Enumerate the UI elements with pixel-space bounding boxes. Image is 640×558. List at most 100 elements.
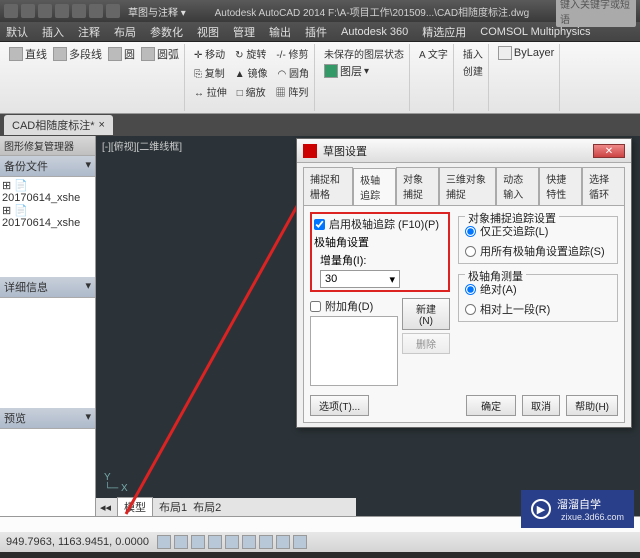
lwt-toggle[interactable] — [276, 535, 290, 549]
cancel-button[interactable]: 取消 — [522, 395, 560, 416]
grid-toggle[interactable] — [174, 535, 188, 549]
coords: 949.7963, 1163.9451, 0.0000 — [6, 536, 149, 548]
bylayer-dropdown[interactable]: ByLayer — [496, 45, 556, 61]
tab-featured[interactable]: 精选应用 — [422, 24, 466, 40]
stretch-button[interactable]: ↔ 拉伸 — [192, 83, 229, 100]
polar-group-label: 极轴角设置 — [314, 234, 446, 250]
tab-parametric[interactable]: 参数化 — [150, 24, 183, 40]
chevron-down-icon[interactable]: ▾ — [85, 279, 91, 295]
watermark: ▶ 溜溜自学 zixue.3d66.com — [521, 490, 634, 528]
tab-view[interactable]: 视图 — [197, 24, 219, 40]
relative-radio[interactable]: 相对上一段(R) — [465, 301, 611, 317]
polar-toggle[interactable] — [208, 535, 222, 549]
tab-a360[interactable]: Autodesk 360 — [341, 26, 408, 38]
window-title: Autodesk AutoCAD 2014 F:\A-项目工作\201509..… — [188, 4, 556, 19]
insert-button[interactable]: 插入 — [461, 45, 485, 62]
additional-list[interactable] — [310, 316, 398, 386]
file-item[interactable]: ⊞ 📄 20170614_xshe — [2, 204, 93, 229]
tab-annotate[interactable]: 注释 — [78, 24, 100, 40]
layer-dropdown[interactable]: 图层 ▾ — [322, 62, 406, 80]
chevron-down-icon[interactable]: ▾ — [85, 158, 91, 174]
play-icon: ▶ — [531, 499, 551, 519]
dialog-titlebar[interactable]: 草图设置 ✕ — [297, 139, 631, 163]
tab-layout1[interactable]: 布局1 — [159, 499, 187, 515]
tab-snap[interactable]: 捕捉和栅格 — [303, 167, 353, 205]
tab-output[interactable]: 输出 — [269, 24, 291, 40]
text-button[interactable]: A 文字 — [417, 45, 450, 62]
doc-tab[interactable]: CAD相随度标注*× — [4, 115, 113, 135]
arc-button[interactable]: 圆弧 — [139, 45, 181, 63]
tab-cycle[interactable]: 选择循环 — [582, 167, 625, 205]
tab-plugins[interactable]: 插件 — [305, 24, 327, 40]
highlight-box: 启用极轴追踪 (F10)(P) 极轴角设置 增量角(I): 30▾ — [310, 212, 450, 292]
ribbon-tab-label[interactable]: 草图与注释 ▾ — [126, 3, 188, 20]
panel-layers: 未保存的图层状态 图层 ▾ — [319, 44, 410, 111]
tab-osnap[interactable]: 对象捕捉 — [396, 167, 439, 205]
quick-access-toolbar[interactable] — [4, 4, 120, 18]
preview-body — [0, 429, 95, 516]
redo-icon[interactable] — [89, 4, 103, 18]
scale-button[interactable]: □ 缩放 — [235, 83, 268, 100]
ortho-toggle[interactable] — [191, 535, 205, 549]
preview-head[interactable]: 预览▾ — [0, 408, 95, 429]
plot-icon[interactable] — [106, 4, 120, 18]
ucs-icon: Y└─ X — [104, 472, 128, 494]
tab-polar[interactable]: 极轴追踪 — [353, 168, 396, 206]
help-search[interactable]: 键入关键字或短语 — [556, 0, 636, 27]
ribbon: 直线 多段线 圆 圆弧 ✛ 移动 ↻ 旋转 -/- 修剪 ⎘ 复制 ▲ 镜像 ◠… — [0, 42, 640, 114]
nav-icon[interactable]: ◂◂ — [100, 501, 111, 514]
options-button[interactable]: 选项(T)... — [310, 395, 369, 416]
polyline-button[interactable]: 多段线 — [51, 45, 104, 63]
document-tabs: CAD相随度标注*× — [0, 114, 640, 136]
rotate-button[interactable]: ↻ 旋转 — [233, 45, 268, 62]
mirror-button[interactable]: ▲ 镜像 — [233, 64, 270, 81]
allpolar-radio[interactable]: 用所有极轴角设置追踪(S) — [465, 243, 611, 259]
tab-3dosnap[interactable]: 三维对象捕捉 — [439, 167, 496, 205]
ribbon-tabs: 默认 插入 注释 布局 参数化 视图 管理 输出 插件 Autodesk 360… — [0, 22, 640, 42]
array-button[interactable]: ▦ 阵列 — [274, 83, 311, 100]
dyn-toggle[interactable] — [259, 535, 273, 549]
otrack-toggle[interactable] — [242, 535, 256, 549]
backup-head[interactable]: 备份文件▾ — [0, 156, 95, 177]
osnap-toggle[interactable] — [225, 535, 239, 549]
circle-button[interactable]: 圆 — [106, 45, 137, 63]
tab-comsol[interactable]: COMSOL Multiphysics — [480, 26, 590, 38]
tab-quick[interactable]: 快捷特性 — [539, 167, 582, 205]
close-icon[interactable]: × — [99, 119, 105, 131]
qp-toggle[interactable] — [293, 535, 307, 549]
tab-dyn[interactable]: 动态输入 — [496, 167, 539, 205]
chevron-down-icon[interactable]: ▾ — [85, 410, 91, 426]
tab-layout[interactable]: 布局 — [114, 24, 136, 40]
unsaved-layer[interactable]: 未保存的图层状态 — [322, 45, 406, 62]
tab-model[interactable]: 模型 — [117, 497, 153, 517]
tab-manage[interactable]: 管理 — [233, 24, 255, 40]
save-icon[interactable] — [55, 4, 69, 18]
line-button[interactable]: 直线 — [7, 45, 49, 63]
dialog-footer: 选项(T)... 确定 取消 帮助(H) — [310, 395, 618, 416]
open-icon[interactable] — [38, 4, 52, 18]
new-button[interactable]: 新建(N) — [402, 298, 450, 330]
detail-head[interactable]: 详细信息▾ — [0, 277, 95, 298]
tab-default[interactable]: 默认 — [6, 24, 28, 40]
new-icon[interactable] — [21, 4, 35, 18]
viewport-label[interactable]: [-][俯视][二维线框] — [102, 138, 182, 153]
increment-select[interactable]: 30▾ — [320, 270, 400, 288]
trim-button[interactable]: -/- 修剪 — [274, 45, 310, 62]
status-bar: 949.7963, 1163.9451, 0.0000 — [0, 532, 640, 552]
copy-button[interactable]: ⎘ 复制 — [192, 64, 227, 81]
ok-button[interactable]: 确定 — [466, 395, 516, 416]
additional-checkbox[interactable]: 附加角(D) — [310, 298, 398, 314]
file-item[interactable]: ⊞ 📄 20170614_xshe — [2, 179, 93, 204]
fillet-button[interactable]: ◠ 圆角 — [275, 64, 311, 81]
enable-polar-checkbox[interactable]: 启用极轴追踪 (F10)(P) — [314, 216, 446, 232]
tab-insert[interactable]: 插入 — [42, 24, 64, 40]
close-button[interactable]: ✕ — [593, 144, 625, 158]
undo-icon[interactable] — [72, 4, 86, 18]
create-button[interactable]: 创建 — [461, 62, 485, 79]
repair-panel-head[interactable]: 图形修复管理器 — [0, 136, 95, 156]
move-button[interactable]: ✛ 移动 — [192, 45, 227, 62]
app-menu-icon[interactable] — [4, 4, 18, 18]
tab-layout2[interactable]: 布局2 — [193, 499, 221, 515]
snap-toggle[interactable] — [157, 535, 171, 549]
help-button[interactable]: 帮助(H) — [566, 395, 618, 416]
